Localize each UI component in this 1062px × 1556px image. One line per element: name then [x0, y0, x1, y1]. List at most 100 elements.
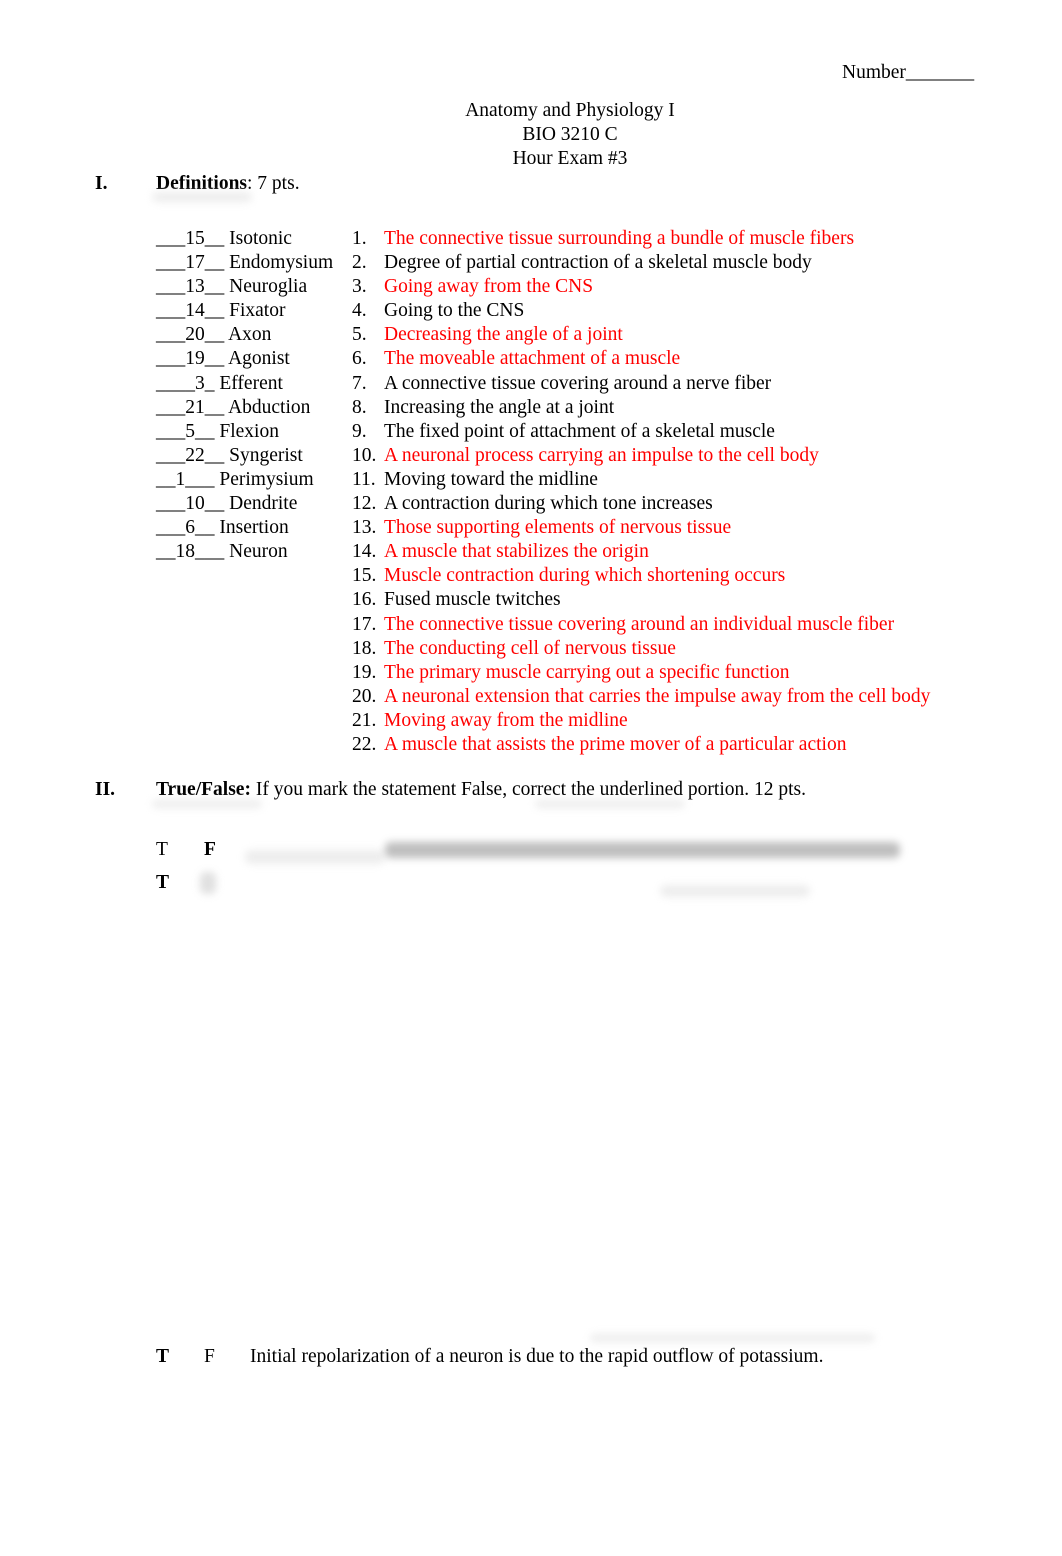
- definition-number: 10.: [352, 444, 377, 466]
- term-label: Fixator: [229, 300, 286, 322]
- definition-text-highlighted: The conducting cell of nervous tissue: [384, 637, 676, 659]
- redacted-false-option: [200, 872, 216, 894]
- definition-row: 5. Decreasing the angle of a joint: [352, 323, 930, 347]
- section-2-numeral: II.: [95, 779, 116, 800]
- definition-row: 10. A neuronal process carrying an impuls…: [352, 444, 930, 468]
- section-1-numeral: I.: [95, 173, 108, 194]
- term-answer-blank[interactable]: __18___: [156, 541, 229, 562]
- term-row: ___13__ Neuroglia: [156, 275, 333, 299]
- false-option[interactable]: F: [204, 1346, 250, 1368]
- definition-number: 5.: [352, 324, 367, 346]
- term-answer-blank[interactable]: ___21__: [156, 397, 228, 418]
- term-label: Perimysium: [219, 468, 314, 490]
- term-label: Neuron: [229, 541, 288, 563]
- tf-question-2: T: [156, 872, 204, 894]
- term-answer-blank[interactable]: ___6__: [156, 517, 219, 538]
- term-label: Efferent: [219, 372, 283, 394]
- definition-text-highlighted: The primary muscle carrying out a specif…: [384, 661, 790, 683]
- definition-row: 13. Those supporting elements of nervous …: [352, 516, 930, 540]
- definition-text-highlighted: Going away from the CNS: [384, 276, 594, 298]
- term-answer-blank[interactable]: ___22__: [156, 445, 229, 466]
- term-label: Axon: [228, 324, 272, 346]
- redacted-statement: [245, 850, 385, 864]
- term-label: Agonist: [228, 348, 290, 370]
- definition-text: A contraction during which tone increase…: [384, 493, 713, 515]
- definition-number: 13.: [352, 517, 377, 539]
- course-code: BIO 3210 C: [522, 124, 618, 145]
- definitions-list: 1. The connective tissue surrounding a bu…: [352, 227, 930, 757]
- term-row: ___19__ Agonist: [156, 347, 333, 371]
- definition-text-highlighted: Moving away from the midline: [384, 709, 628, 731]
- term-answer-blank[interactable]: ___15__: [156, 228, 229, 249]
- definition-text-highlighted: Muscle contraction during which shorteni…: [384, 565, 786, 587]
- term-answer-blank[interactable]: ____3_: [156, 373, 219, 394]
- term-row: ___21__ Abduction: [156, 396, 333, 420]
- term-answer-blank[interactable]: ___20__: [156, 324, 228, 345]
- definition-number: 22.: [352, 733, 377, 755]
- false-option-selected[interactable]: F: [204, 839, 250, 861]
- definition-number: 16.: [352, 589, 377, 611]
- definition-row: 21. Moving away from the midline: [352, 709, 930, 733]
- redacted-region: [152, 192, 252, 202]
- term-answer-blank[interactable]: ___5__: [156, 421, 219, 442]
- section-2-title: True/False:: [156, 779, 251, 800]
- redacted-region: [535, 800, 685, 808]
- term-label: Isotonic: [229, 228, 292, 249]
- redacted-region: [590, 1334, 875, 1342]
- section-1-title: Definitions: [156, 173, 248, 194]
- term-label: Syngerist: [229, 444, 303, 466]
- term-row: ___17__ Endomysium: [156, 251, 333, 275]
- definition-row: 19. The primary muscle carrying out a spe…: [352, 661, 930, 685]
- term-label: Endomysium: [229, 252, 334, 274]
- definition-number: 21.: [352, 709, 377, 731]
- definition-text: Moving toward the midline: [384, 468, 598, 490]
- definition-text: Going to the CNS: [384, 300, 525, 322]
- definition-number: 4.: [352, 300, 367, 322]
- tf-question-1: TF: [156, 839, 250, 861]
- definition-row: 8. Increasing the angle at a joint: [352, 396, 930, 420]
- term-row: ___20__ Axon: [156, 323, 333, 347]
- definition-text-highlighted: A muscle that stabilizes the origin: [384, 541, 649, 563]
- redacted-statement: [660, 885, 810, 897]
- definition-row: 18. The conducting cell of nervous tissue: [352, 637, 930, 661]
- definition-number: 17.: [352, 613, 377, 635]
- term-row: ___22__ Syngerist: [156, 444, 333, 468]
- tf-statement: Initial repolarization of a neuron is du…: [250, 1346, 824, 1367]
- term-answer-blank[interactable]: ___10__: [156, 493, 229, 514]
- section-2-heading: True/False: If you mark the statement Fa…: [156, 779, 806, 801]
- definition-row: 22. A muscle that assists the prime mover…: [352, 733, 930, 757]
- definition-number: 2.: [352, 252, 367, 274]
- definition-number: 20.: [352, 685, 377, 707]
- tf-question-3: T F Initial repolarization of a neuron is …: [156, 1346, 823, 1368]
- redacted-statement: [385, 842, 900, 858]
- term-answer-blank[interactable]: ___19__: [156, 348, 228, 369]
- term-answer-blank[interactable]: ___17__: [156, 252, 229, 273]
- term-label: Flexion: [219, 420, 279, 442]
- definition-number: 3.: [352, 276, 367, 298]
- term-row: ___5__ Flexion: [156, 420, 333, 444]
- exam-title-block: Anatomy and Physiology I BIO 3210 C Hour…: [0, 99, 1062, 171]
- term-answer-blank[interactable]: __1___: [156, 469, 219, 490]
- term-row: ___15__ Isotonic: [156, 227, 333, 251]
- section-1-points: : 7 pts.: [247, 173, 300, 194]
- term-row: __1___ Perimysium: [156, 468, 333, 492]
- definition-row: 17. The connective tissue covering around…: [352, 613, 930, 637]
- definition-text-highlighted: A neuronal process carrying an impulse t…: [384, 444, 819, 466]
- definition-row: 9. The fixed point of attachment of a ske…: [352, 420, 930, 444]
- definition-text: A connective tissue covering around a ne…: [384, 372, 772, 394]
- definition-text-highlighted: A muscle that assists the prime mover of…: [384, 733, 847, 755]
- true-option[interactable]: T: [156, 839, 204, 861]
- terms-list: ___15__ Isotonic ___17__ Endomysium ___13_…: [156, 227, 333, 564]
- definition-text: Increasing the angle at a joint: [384, 396, 615, 418]
- definition-text: Degree of partial contraction of a skele…: [384, 252, 812, 274]
- term-answer-blank[interactable]: ___14__: [156, 300, 229, 321]
- term-label: Dendrite: [229, 493, 298, 515]
- term-answer-blank[interactable]: ___13__: [156, 276, 229, 297]
- definition-text-highlighted: A neuronal extension that carries the im…: [384, 685, 931, 707]
- definition-row: 14. A muscle that stabilizes the origin: [352, 540, 930, 564]
- definition-text-highlighted: The connective tissue surrounding a bund…: [384, 228, 855, 249]
- term-row: ____3_ Efferent: [156, 372, 333, 396]
- true-option-selected[interactable]: T: [156, 1346, 204, 1368]
- definition-row: 20. A neuronal extension that carries the…: [352, 685, 930, 709]
- true-option-selected[interactable]: T: [156, 872, 204, 894]
